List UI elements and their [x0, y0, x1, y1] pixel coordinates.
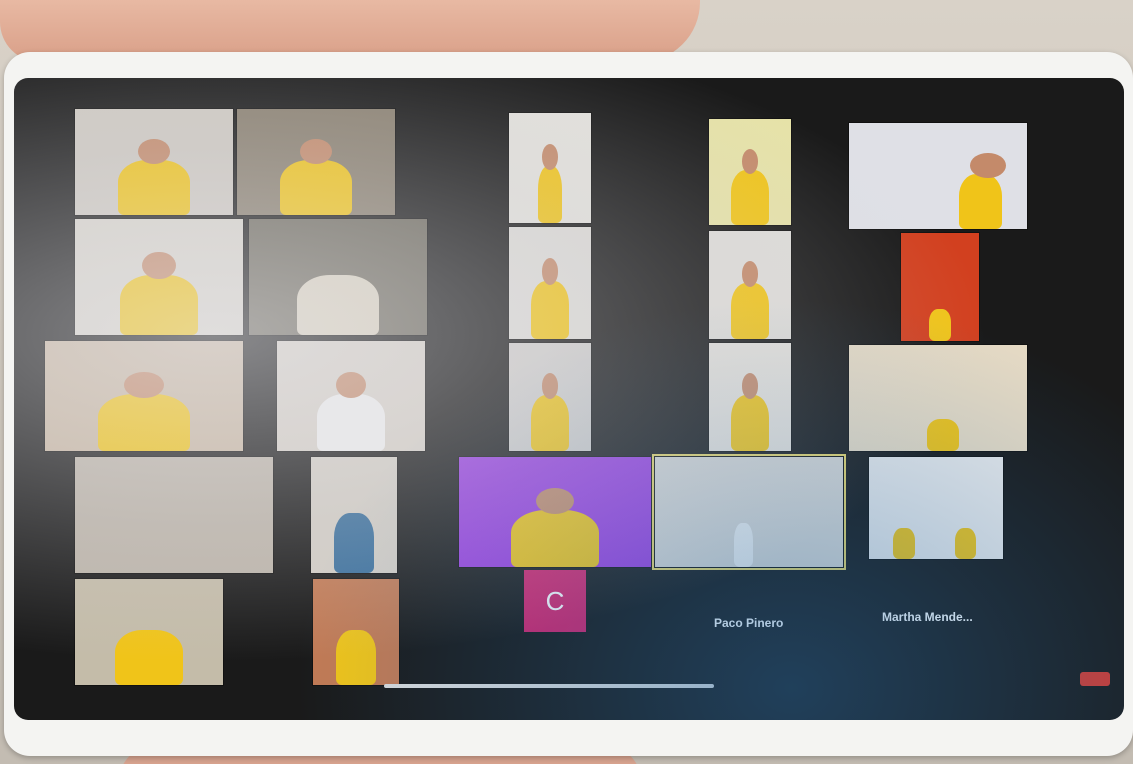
video-tile[interactable] [508, 112, 592, 224]
video-tile[interactable] [508, 226, 592, 340]
video-tile[interactable] [248, 218, 428, 336]
participant-figure [954, 528, 977, 559]
participant-head [138, 138, 170, 165]
video-tile[interactable] [708, 342, 792, 452]
participant-figure [279, 159, 353, 215]
participant-figure [959, 173, 1003, 229]
participant-figure [336, 629, 376, 685]
video-tile[interactable] [44, 340, 244, 452]
video-tile[interactable] [900, 232, 980, 342]
participant-name: Paco Pinero [714, 616, 784, 630]
video-tile[interactable] [312, 578, 400, 686]
video-tile[interactable] [236, 108, 396, 216]
participant-figure [733, 523, 753, 567]
participant-avatar[interactable]: C [524, 570, 586, 632]
participant-figure [927, 419, 960, 451]
participant-figure [316, 393, 386, 451]
participant-figure [731, 282, 769, 339]
participant-figure [531, 280, 569, 339]
participant-figure [334, 512, 374, 573]
video-tile[interactable] [508, 342, 592, 452]
video-tile[interactable] [708, 118, 792, 226]
video-tile[interactable] [868, 456, 1004, 560]
phone-frame: C Paco Pinero Martha Mende... [4, 52, 1133, 756]
photo-scene: C Paco Pinero Martha Mende... [0, 0, 1133, 764]
participant-head [336, 371, 366, 399]
participant-figure [114, 629, 184, 685]
participant-figure [731, 169, 769, 225]
participant-head [541, 143, 559, 171]
video-tile[interactable] [310, 456, 398, 574]
participant-figure [893, 528, 915, 559]
video-tile[interactable] [848, 122, 1028, 230]
participant-figure [510, 509, 600, 567]
video-tile[interactable] [848, 344, 1028, 452]
video-tile[interactable] [74, 456, 274, 574]
active-speaker-tile[interactable] [652, 454, 846, 570]
avatar-initial: C [545, 585, 565, 616]
participant-figure [120, 274, 198, 335]
participant-head [300, 138, 332, 165]
participant-head [124, 371, 164, 399]
participant-figure [117, 159, 191, 215]
participant-figure [537, 165, 563, 223]
participant-figure [98, 393, 190, 451]
video-tile[interactable] [458, 456, 652, 568]
scroll-indicator[interactable] [384, 684, 714, 688]
video-call-screen: C Paco Pinero Martha Mende... [14, 78, 1124, 720]
participant-head [970, 152, 1006, 179]
video-tile[interactable] [708, 230, 792, 340]
participant-figure [929, 308, 951, 341]
video-tile[interactable] [74, 218, 244, 336]
video-tile[interactable] [74, 578, 224, 686]
video-tile[interactable] [74, 108, 234, 216]
participant-figure [731, 394, 769, 451]
participant-figure [531, 394, 569, 451]
leave-button[interactable] [1080, 672, 1110, 686]
video-tile[interactable] [276, 340, 426, 452]
participant-head [142, 251, 176, 280]
participant-name: Martha Mende... [882, 610, 973, 624]
participant-figure [297, 274, 379, 335]
